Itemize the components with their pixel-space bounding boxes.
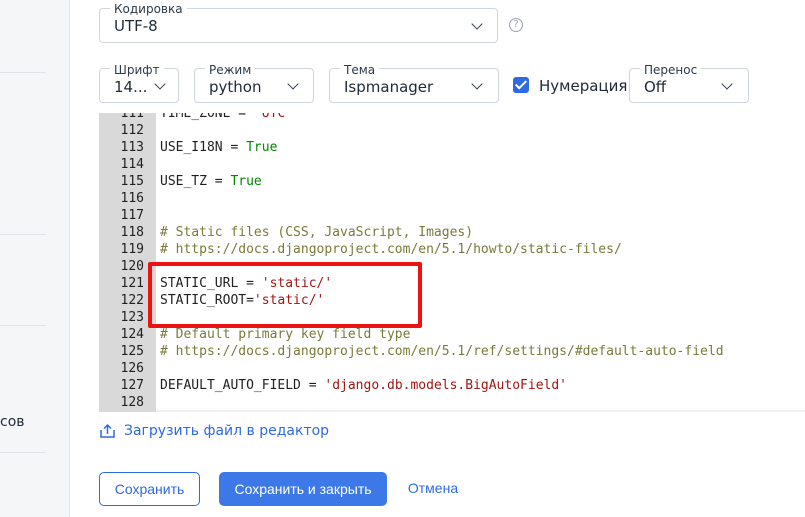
font-label: Шрифт [110, 63, 164, 77]
line-number: 123 [120, 310, 144, 325]
code-token: True [230, 174, 262, 189]
code-line[interactable]: 118 # Static files (CSS, JavaScript, Imag… [99, 224, 805, 241]
code-token: USE_TZ = [160, 174, 231, 189]
sidebar-divider [0, 72, 46, 73]
code-text: TIME_ZONE = 'UTC' [160, 113, 293, 122]
code-token: 'UTC' [253, 113, 294, 121]
encoding-label: Кодировка [110, 2, 187, 16]
chevron-down-icon [154, 78, 166, 90]
line-number: 117 [120, 208, 144, 223]
upload-file-link[interactable]: Загрузить файл в редактор [99, 423, 329, 439]
code-line[interactable]: 127 DEFAULT_AUTO_FIELD = 'django.db.model… [99, 377, 805, 394]
line-number: 118 [120, 225, 144, 240]
font-value: 14... [114, 78, 148, 96]
line-number: 121 [120, 276, 144, 291]
code-line[interactable]: 117 [99, 207, 805, 224]
code-line[interactable]: 111 TIME_ZONE = 'UTC' [99, 113, 805, 122]
sidebar-divider [0, 325, 46, 326]
code-token: # Default primary key field type [160, 327, 411, 342]
code-token: # https://docs.djangoproject.com/en/5.1/… [160, 242, 622, 257]
line-number: 115 [120, 174, 144, 189]
code-line[interactable]: 126 [99, 360, 805, 377]
theme-label: Тема [340, 63, 380, 77]
wrap-label: Перенос [640, 63, 702, 77]
code-token: USE_I18N = [160, 140, 247, 155]
code-line[interactable]: 119 # https://docs.djangoproject.com/en/5… [99, 241, 805, 258]
mode-label: Режим [205, 63, 256, 77]
code-token: TIME_ZONE = [160, 113, 254, 121]
line-number: 128 [120, 395, 144, 410]
line-number: 119 [120, 242, 144, 257]
upload-label[interactable]: Загрузить файл в редактор [124, 423, 329, 439]
code-line[interactable]: 114 [99, 156, 805, 173]
save-button[interactable]: Сохранить [99, 472, 200, 506]
sidebar: сов [0, 0, 70, 517]
code-text: USE_TZ = True [160, 173, 262, 190]
code-line[interactable]: 113 USE_I18N = True [99, 139, 805, 156]
highlight-annotation [148, 262, 422, 328]
sidebar-divider [0, 452, 46, 453]
code-text: USE_I18N = True [160, 139, 277, 156]
code-text: # https://docs.djangoproject.com/en/5.1/… [160, 343, 724, 360]
line-number: 122 [120, 293, 144, 308]
sidebar-divider [0, 234, 46, 235]
sidebar-item-label[interactable]: сов [0, 414, 25, 430]
chevron-down-icon [471, 78, 483, 90]
line-number: 127 [120, 378, 144, 393]
theme-value: Ispmanager [344, 78, 434, 96]
cancel-button[interactable]: Отмена [400, 472, 466, 506]
code-text: DEFAULT_AUTO_FIELD = 'django.db.models.B… [160, 377, 567, 394]
chevron-down-icon [721, 78, 733, 90]
code-line[interactable]: 124 # Default primary key field type [99, 326, 805, 343]
mode-value: python [209, 78, 262, 96]
help-icon[interactable]: ? [509, 18, 523, 32]
code-line[interactable]: 125 # https://docs.djangoproject.com/en/5… [99, 343, 805, 360]
line-number: 124 [120, 327, 144, 342]
line-number: 126 [120, 361, 144, 376]
chevron-down-icon [287, 78, 299, 90]
code-token: DEFAULT_AUTO_FIELD = [160, 378, 325, 393]
code-line[interactable]: 115 USE_TZ = True [99, 173, 805, 190]
upload-icon [100, 423, 115, 438]
line-number: 112 [120, 123, 144, 138]
code-line[interactable]: 116 [99, 190, 805, 207]
code-token: 'django.db.models.BigAutoField' [324, 378, 568, 393]
chevron-down-icon [471, 18, 483, 30]
code-text: # https://docs.djangoproject.com/en/5.1/… [160, 241, 622, 258]
code-line[interactable]: 112 [99, 122, 805, 139]
line-number: 114 [120, 157, 144, 172]
save-and-close-button[interactable]: Сохранить и закрыть [219, 472, 387, 506]
line-number: 116 [120, 191, 144, 206]
wrap-value: Off [644, 78, 667, 96]
code-text: # Static files (CSS, JavaScript, Images) [160, 224, 473, 241]
code-token: # https://docs.djangoproject.com/en/5.1/… [160, 344, 724, 359]
numbering-label[interactable]: Нумерация [539, 77, 627, 95]
line-number: 125 [120, 344, 144, 359]
code-line[interactable]: 128 [99, 394, 805, 411]
encoding-value: UTF-8 [114, 17, 158, 35]
code-text: # Default primary key field type [160, 326, 410, 343]
line-number: 111 [120, 113, 144, 121]
code-token: True [246, 140, 278, 155]
numbering-checkbox[interactable] [513, 77, 529, 93]
code-token: # Static files (CSS, JavaScript, Images) [160, 225, 474, 240]
line-number: 120 [120, 259, 144, 274]
line-number: 113 [120, 140, 144, 155]
